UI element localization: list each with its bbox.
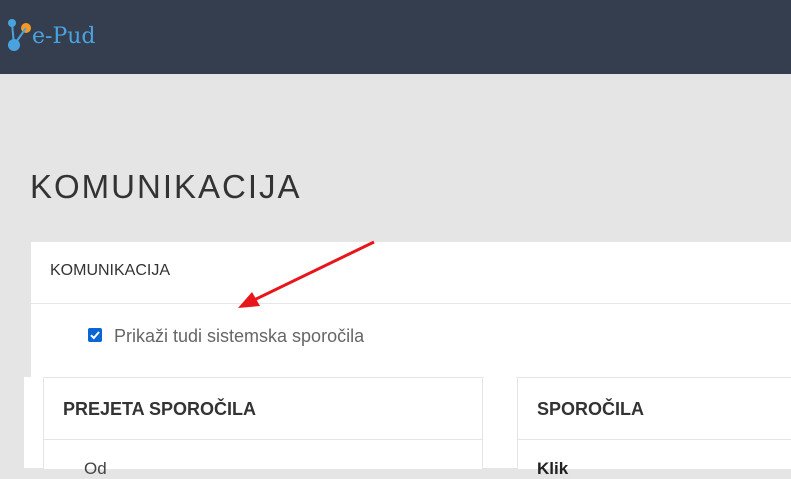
page-title: KOMUNIKACIJA: [30, 168, 302, 205]
annotation-arrow: [238, 240, 375, 308]
top-navbar: e-Pud: [0, 0, 791, 74]
logo-text: e-Pud: [32, 24, 96, 49]
messages-title: SPOROČILA: [537, 399, 645, 419]
messages-partial-text: Klik: [537, 459, 569, 478]
messages-panel: SPOROČILA Klik: [517, 377, 791, 478]
show-system-messages-label[interactable]: Prikaži tudi sistemska sporočila: [114, 326, 364, 347]
received-messages-panel: PREJETA SPOROČILA Od: [43, 377, 483, 478]
panel-title: KOMUNIKACIJA: [50, 262, 171, 279]
received-messages-partial-text: Od: [84, 459, 107, 478]
received-messages-title: PREJETA SPOROČILA: [63, 399, 257, 419]
show-system-messages-checkbox[interactable]: [88, 328, 102, 342]
checkmark-icon: [90, 331, 100, 340]
received-messages-header: PREJETA SPOROČILA: [44, 378, 482, 440]
panel-gutter: [24, 377, 43, 468]
epud-logo[interactable]: e-Pud: [6, 16, 106, 56]
panel-header: KOMUNIKACIJA: [31, 242, 791, 304]
messages-header: SPOROČILA: [518, 378, 791, 440]
